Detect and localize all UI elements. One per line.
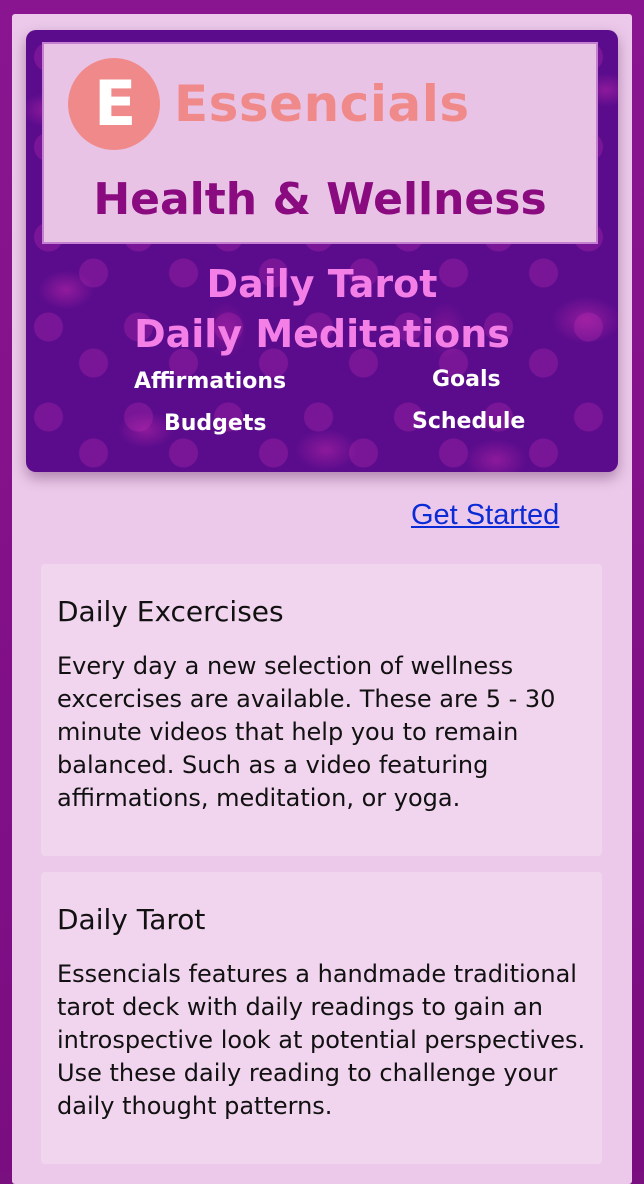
logo-mark: E [68, 58, 160, 150]
hero-banner: E Essencials Health & Wellness Daily Tar… [26, 30, 618, 472]
feature-affirmations: Affirmations [134, 369, 287, 394]
feature-schedule: Schedule [412, 409, 526, 434]
logo-box: E Essencials Health & Wellness [42, 42, 598, 244]
card-daily-exercises: Daily Excercises Every day a new selecti… [41, 564, 602, 856]
page-frame: E Essencials Health & Wellness Daily Tar… [0, 0, 644, 1184]
logo-letter: E [94, 67, 137, 140]
feature-goals: Goals [432, 367, 501, 392]
feature-budgets: Budgets [164, 411, 267, 436]
content-panel: E Essencials Health & Wellness Daily Tar… [12, 14, 632, 1184]
banner-daily-meditations: Daily Meditations [134, 312, 510, 356]
banner-daily-tarot: Daily Tarot [206, 262, 438, 306]
get-started-link[interactable]: Get Started [411, 498, 559, 532]
card-body: Every day a new selection of wellness ex… [57, 652, 556, 812]
card-title: Daily Tarot [57, 903, 206, 936]
card-daily-tarot: Daily Tarot Essencials features a handma… [41, 872, 602, 1164]
brand-subtitle: Health & Wellness [93, 174, 547, 225]
card-title: Daily Excercises [57, 595, 284, 628]
brand-name: Essencials [174, 75, 470, 133]
card-body: Essencials features a handmade tradition… [57, 960, 586, 1120]
